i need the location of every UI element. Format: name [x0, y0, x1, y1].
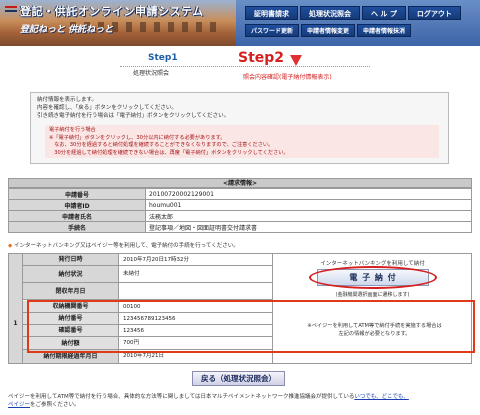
warning-line: 30分を経過して納付処理を継続できない場合は、再度「電子納付」ボタンをクリックし…	[49, 149, 289, 156]
row-label: 申請番号	[8, 188, 146, 200]
step2-label: Step2	[238, 50, 285, 66]
row-label: 閉収年月日	[23, 283, 119, 299]
logo-mark	[5, 6, 17, 8]
row-value: 未納付	[119, 266, 272, 282]
request-info-heading: <請求情報>	[8, 178, 472, 188]
warning-line: なお、30分を経過すると納付処理を継続することができなくなりますので、ご注意くだ…	[49, 142, 274, 148]
back-button[interactable]: 戻る（処理状況照会）	[192, 371, 285, 386]
nav-certificate-request[interactable]: 証明書請求	[245, 6, 298, 20]
footer-note: ペイジーを利用してATM等で納付を行う場合、具体的な方法等に関しましては日本マル…	[8, 393, 474, 409]
nav-applicant-change[interactable]: 申請者情報変更	[301, 24, 356, 37]
payment-code-highlight	[27, 300, 475, 353]
highlight-ring	[309, 266, 437, 289]
table-row: 手続名 登記事項／地図・図面証明書交付請求書	[8, 221, 472, 233]
nav-applicant-delete[interactable]: 申請者情報抹消	[357, 24, 412, 37]
instruction-line: 内容を確認し、「戻る」ボタンをクリックしてください。	[37, 105, 177, 111]
row-value: 2010年7月20日17時32分	[119, 254, 272, 265]
table-row: 申請者ID houmu001	[8, 199, 472, 211]
warning-box: 電子納付を行う場合 ※「電子納付」ボタンをクリックし、30分以内に納付する必要が…	[45, 125, 439, 158]
warning-line: ※「電子納付」ボタンをクリックし、30分以内に納付する必要があります。	[49, 134, 226, 141]
payment-instruction-text: インターネットバンキング又はペイジー等を利用して、電子納付の手続を行ってください…	[13, 243, 239, 249]
logo-mark-bar	[5, 10, 17, 12]
request-info-table: 申請番号 20100720002129001 申請者ID houmu001 申請…	[8, 188, 472, 233]
payment-instruction: ◆ インターネットバンキング又はペイジー等を利用して、電子納付の手続を行ってくだ…	[8, 241, 239, 249]
row-value	[119, 283, 272, 299]
table-row: 申請者氏名 法務太郎	[8, 210, 472, 222]
step-divider	[120, 66, 370, 67]
nav-password-update[interactable]: パスワード更新	[245, 24, 300, 37]
nav-logout[interactable]: ログアウト	[407, 6, 461, 20]
table-row: 閉収年月日	[23, 283, 272, 300]
warning-line: 電子納付を行う場合	[49, 127, 96, 133]
row-label: 手続名	[8, 221, 146, 233]
nav-status-inquiry[interactable]: 処理状況照会	[300, 6, 360, 20]
row-value: 登記事項／地図・図面証明書交付請求書	[145, 221, 472, 233]
table-row: 発行日時 2010年7月20日17時32分	[23, 254, 272, 266]
footer-text: ペイジーを利用してATM等で納付を行う場合、具体的な方法等に関しましては日本マル…	[8, 394, 355, 400]
footer-text-end: をご参照ください。	[30, 402, 80, 408]
bullet-icon: ◆	[8, 243, 13, 249]
row-label: 納付状況	[23, 266, 119, 282]
step2-subtitle: 照会内容確認(電子納付情報表示)	[243, 74, 332, 81]
sub-nav: パスワード更新 申請者情報変更 申請者情報抹消	[245, 24, 412, 37]
row-number: 1	[9, 254, 23, 363]
nav-help[interactable]: ヘ ル プ	[362, 6, 406, 20]
app-title: 登記・供託オンライン申請システム	[20, 5, 204, 18]
epay-note: (金融機関選択画面に遷移します)	[335, 292, 410, 298]
pay-easy-link-cont[interactable]: ペイジー	[8, 402, 30, 408]
row-value: houmu001	[145, 199, 472, 211]
row-label: 申請者氏名	[8, 210, 146, 222]
row-value: 20100720002129001	[145, 188, 472, 200]
step1-subtitle: 処理状況照会	[133, 70, 170, 77]
table-row: 申請番号 20100720002129001	[8, 188, 472, 200]
step-arrow-icon	[290, 55, 302, 66]
pay-easy-link[interactable]: いつでも、どこでも、	[354, 394, 409, 400]
instruction-line: 引き続き電子納付を行う場合は「電子納付」ボタンをクリックしてください。	[37, 113, 230, 119]
row-label: 申請者ID	[8, 199, 146, 211]
step1-label: Step1	[148, 53, 178, 63]
row-value: 法務太郎	[145, 210, 472, 222]
app-header: 登記・供託オンライン申請システム 登記ねっと 供託ねっと 証明書請求 処理状況照…	[0, 0, 480, 46]
top-nav: 証明書請求 処理状況照会 ヘ ル プ ログアウト	[245, 6, 461, 20]
table-row: 納付状況 未納付	[23, 266, 272, 283]
instruction-line: 納付情報を表示します。	[37, 97, 97, 103]
app-subtitle: 登記ねっと 供託ねっと	[20, 25, 114, 35]
row-label: 発行日時	[23, 254, 119, 265]
